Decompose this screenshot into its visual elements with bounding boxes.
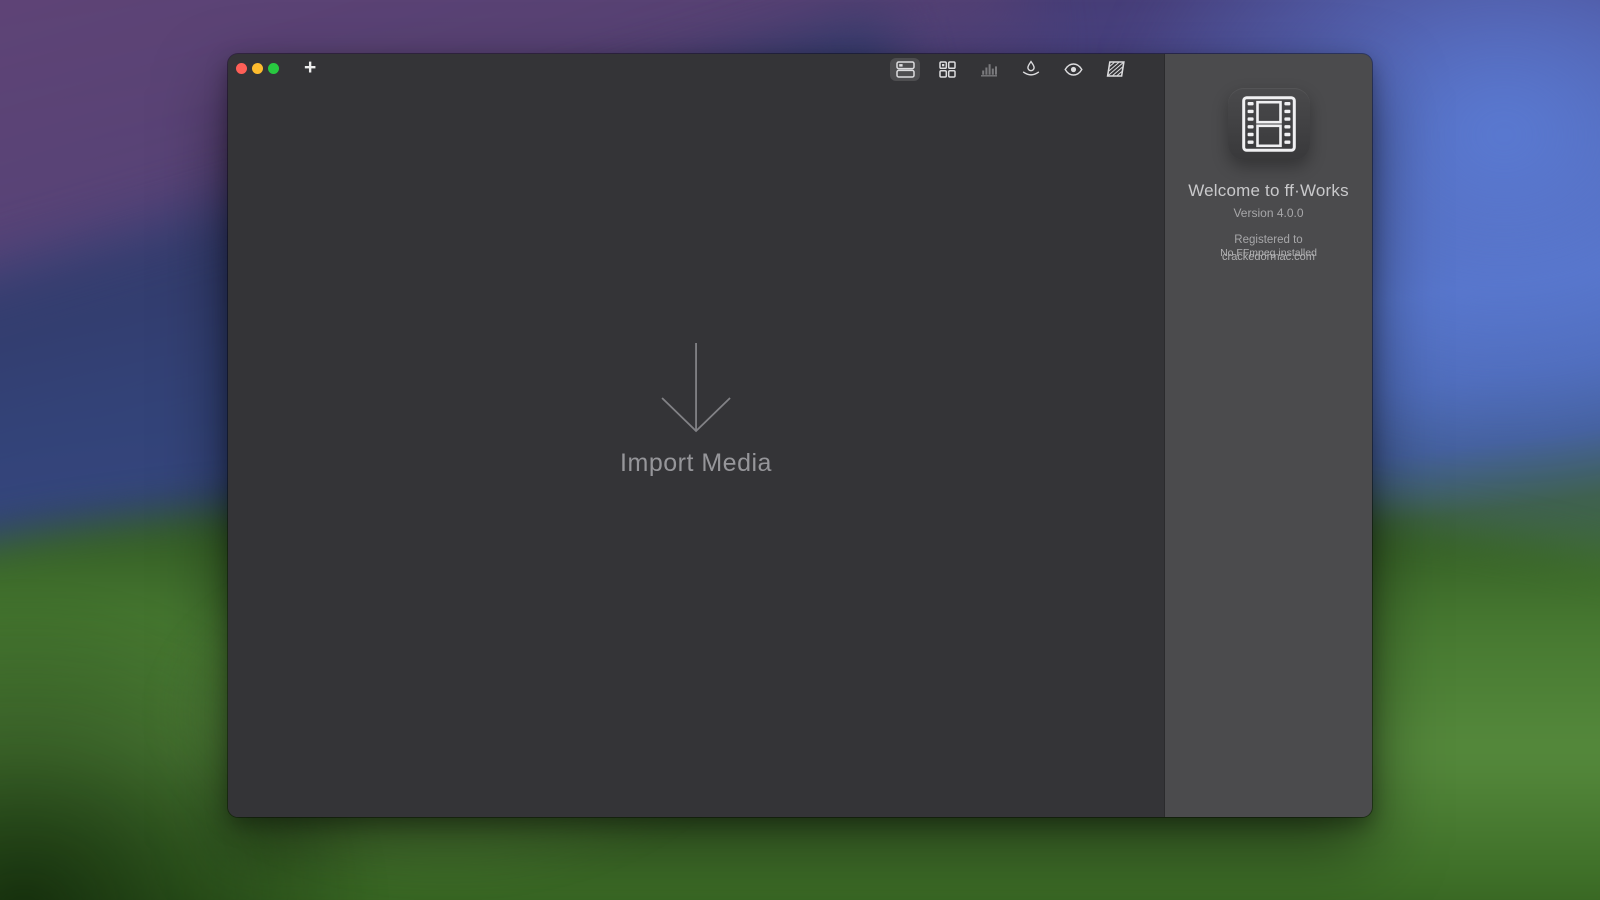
pattern-hatch-icon: [1106, 61, 1125, 77]
bar-chart-button[interactable]: [974, 58, 1004, 81]
watermark-drop-icon: [1022, 60, 1040, 78]
sidebar: Welcome to ff·Works Version 4.0.0 Regist…: [1164, 54, 1372, 817]
minimize-button[interactable]: [252, 63, 263, 74]
preview-eye-button[interactable]: [1058, 58, 1088, 81]
import-dropzone[interactable]: Import Media: [620, 342, 772, 478]
app-icon: [1228, 88, 1310, 160]
preview-eye-icon: [1064, 63, 1083, 76]
import-media-label: Import Media: [620, 449, 772, 478]
registration-overlap: No FFmpeg installed crackedormac.com: [1220, 248, 1317, 263]
add-media-button[interactable]: +: [304, 58, 316, 78]
toolbar: [890, 57, 1130, 81]
registration-name-label: crackedormac.com: [1220, 252, 1317, 263]
watermark-drop-button[interactable]: [1016, 58, 1046, 81]
rows-view-button[interactable]: [890, 58, 920, 81]
welcome-title: Welcome to ff·Works: [1188, 181, 1349, 201]
version-label: Version 4.0.0: [1233, 206, 1303, 220]
down-arrow-icon: [660, 342, 732, 434]
titlebar[interactable]: +: [228, 54, 1164, 82]
close-button[interactable]: [236, 63, 247, 74]
ffworks-window: +: [228, 54, 1372, 817]
grid-view-button[interactable]: [932, 58, 962, 81]
registered-to-label: Registered to: [1234, 234, 1302, 246]
main-area: +: [228, 54, 1164, 817]
bar-chart-icon: [980, 62, 998, 77]
traffic-lights: [228, 63, 279, 74]
grid-view-icon: [939, 61, 956, 78]
zoom-button[interactable]: [268, 63, 279, 74]
pattern-hatch-button[interactable]: [1100, 58, 1130, 81]
rows-view-icon: [896, 61, 915, 78]
film-strip-icon: [1242, 96, 1296, 152]
